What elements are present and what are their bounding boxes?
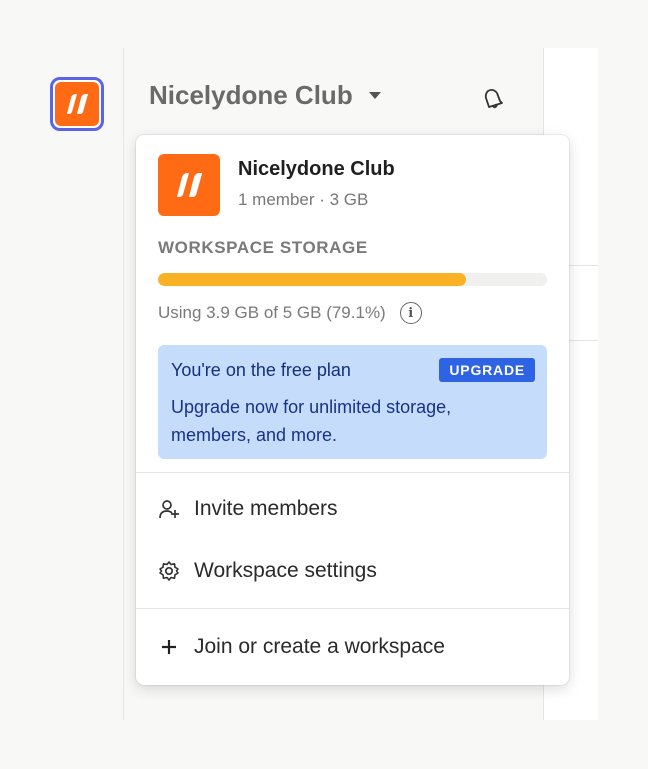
workspace-popover: Nicelydone Club 1 member · 3 GB WORKSPAC… [136, 135, 569, 685]
storage-title: WORKSPACE STORAGE [158, 238, 368, 257]
workspace-logo [158, 154, 220, 216]
workspace-name: Nicelydone Club [238, 158, 395, 180]
storage-progress-bar [158, 273, 547, 286]
bell-icon [484, 88, 503, 109]
workspace-logo [55, 82, 99, 126]
workspace-switcher[interactable]: Nicelydone Club [149, 80, 381, 111]
storage-progress-fill [158, 273, 466, 286]
storage-usage: Using 3.9 GB of 5 GB (79.1%) i [158, 302, 422, 324]
brand-logo-icon [67, 94, 88, 114]
workspace-rail [0, 48, 123, 720]
invite-members-label: Invite members [194, 497, 338, 520]
plus-icon [158, 636, 180, 658]
workspace-switcher-label: Nicelydone Club [149, 80, 353, 110]
info-icon[interactable]: i [399, 302, 422, 324]
workspace-settings-label: Workspace settings [194, 559, 377, 582]
plan-banner: You're on the free plan UPGRADE Upgrade … [158, 345, 547, 459]
join-create-workspace-label: Join or create a workspace [194, 635, 445, 658]
gear-icon [158, 560, 180, 582]
storage-usage-text: Using 3.9 GB of 5 GB (79.1%) [158, 303, 386, 322]
workspace-avatar-button[interactable] [50, 77, 104, 131]
menu-divider [136, 608, 569, 609]
add-user-icon [158, 498, 180, 520]
workspace-header: Nicelydone Club 1 member · 3 GB [158, 154, 395, 216]
menu-divider [136, 472, 569, 473]
plan-description: Upgrade now for unlimited storage, membe… [171, 397, 452, 445]
notifications-button[interactable] [480, 86, 506, 112]
plan-title: You're on the free plan [171, 360, 351, 380]
invite-members-item[interactable]: Invite members [158, 497, 338, 521]
caret-down-icon [368, 92, 381, 99]
workspace-settings-item[interactable]: Workspace settings [158, 559, 377, 583]
upgrade-button[interactable]: UPGRADE [439, 358, 535, 382]
brand-logo-icon [177, 173, 203, 197]
workspace-meta: 1 member · 3 GB [238, 190, 369, 209]
join-create-workspace-item[interactable]: Join or create a workspace [158, 635, 445, 659]
